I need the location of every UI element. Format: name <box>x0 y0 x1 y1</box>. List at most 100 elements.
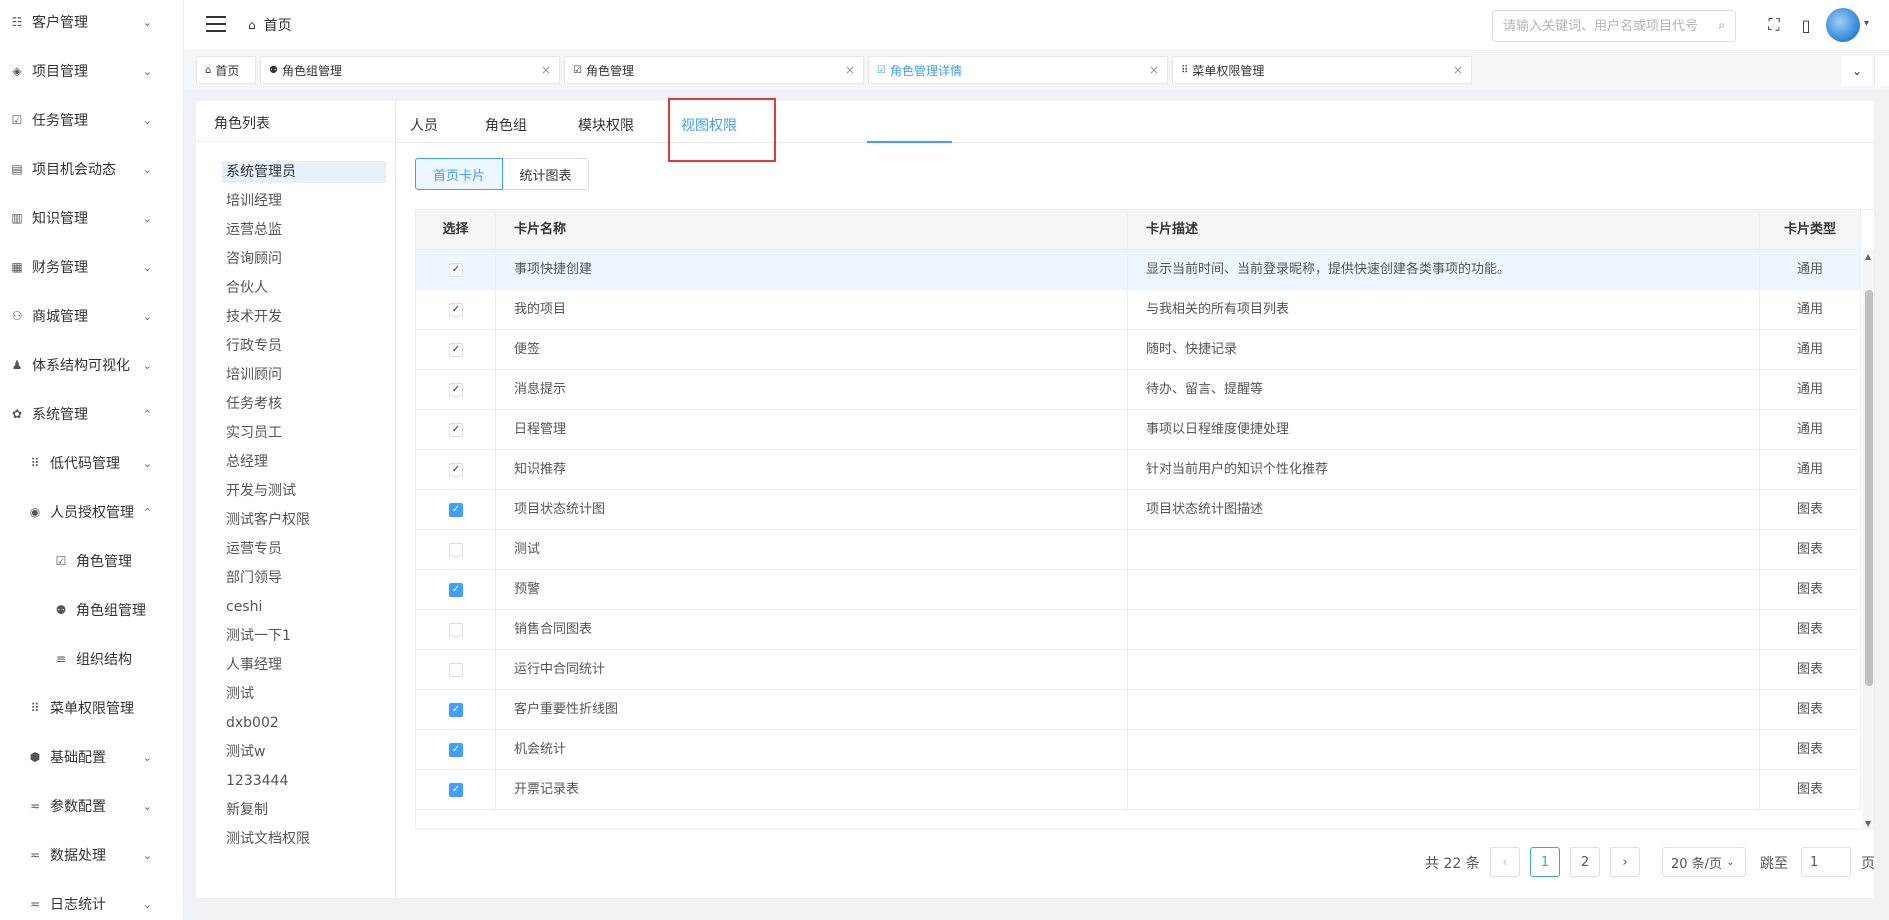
role-list-item[interactable]: 人事经理 <box>222 654 386 676</box>
tab-item[interactable]: 模块权限 <box>578 115 634 135</box>
role-list-item[interactable]: 合伙人 <box>222 277 386 299</box>
tags-more-icon[interactable]: ⌄ <box>1842 56 1872 86</box>
tab-tag[interactable]: ⚉ 角色组管理 × <box>260 56 560 84</box>
scroll-down-icon[interactable]: ▼ <box>1865 819 1871 828</box>
sidebar-item[interactable]: ☑ 角色管理 <box>0 541 184 581</box>
sidebar-item[interactable]: ☑ 任务管理 ⌄ <box>0 100 184 140</box>
search-box[interactable]: ⌕ <box>1492 10 1736 42</box>
role-list-item[interactable]: dxb002 <box>222 712 386 734</box>
table-row: 运行中合同统计 图表 <box>416 650 1861 690</box>
fullscreen-icon[interactable]: ⛶ <box>1764 15 1784 35</box>
sidebar-item[interactable]: ▦ 财务管理 ⌄ <box>0 247 184 287</box>
sidebar-item[interactable]: ≡ 组织结构 <box>0 639 184 679</box>
role-list-item[interactable]: 咨询顾问 <box>222 248 386 270</box>
card-name-cell: 销售合同图表 <box>496 610 1128 650</box>
row-checkbox[interactable]: ✓ <box>449 263 463 277</box>
segment-stat-chart[interactable]: 统计图表 <box>503 158 589 190</box>
row-checkbox[interactable]: ✓ <box>449 583 463 597</box>
role-list-item[interactable]: 测试w <box>222 741 386 763</box>
role-list-item[interactable]: 开发与测试 <box>222 480 386 502</box>
table-scrollbar[interactable]: ▲ ▼ <box>1863 250 1874 828</box>
role-list-item[interactable]: 技术开发 <box>222 306 386 328</box>
tags-view: ⌄ ⌂ 首页 ⚉ 角色组管理 × ☑ 角色管理 × ☑ 角色管理详情 × ⠿ 菜单权限管理 × <box>184 50 1889 90</box>
pagination-next-button[interactable]: › <box>1610 847 1640 877</box>
pagination-page-1[interactable]: 1 <box>1530 847 1560 877</box>
scroll-up-icon[interactable]: ▲ <box>1865 252 1871 261</box>
table-row: 销售合同图表 图表 <box>416 610 1861 650</box>
role-list-item[interactable]: 新复制 <box>222 799 386 821</box>
sidebar-item[interactable]: ▤ 项目机会动态 ⌄ <box>0 149 184 189</box>
sidebar-item[interactable]: ☷ 客户管理 ⌄ <box>0 2 184 42</box>
sidebar-item[interactable]: ⠿ 低代码管理 ⌄ <box>0 443 184 483</box>
pagination-prev-button[interactable]: ‹ <box>1490 847 1520 877</box>
sidebar-item[interactable]: ◈ 项目管理 ⌄ <box>0 51 184 91</box>
row-checkbox[interactable]: ✓ <box>449 423 463 437</box>
role-list-item[interactable]: 测试一下1 <box>222 625 386 647</box>
row-checkbox[interactable]: ✓ <box>449 503 463 517</box>
pagination-page-2[interactable]: 2 <box>1570 847 1600 877</box>
row-checkbox[interactable] <box>449 663 463 677</box>
sidebar-item[interactable]: ≂ 日志统计 ⌄ <box>0 884 184 920</box>
role-list-item[interactable]: 测试 <box>222 683 386 705</box>
card-desc-cell: 待办、留言、提醒等 <box>1128 370 1760 410</box>
row-checkbox[interactable]: ✓ <box>449 743 463 757</box>
tab-item[interactable]: 人员 <box>410 115 438 135</box>
role-list-item[interactable]: 总经理 <box>222 451 386 473</box>
close-icon[interactable]: × <box>541 63 551 77</box>
tab-tag[interactable]: ☑ 角色管理详情 × <box>868 56 1168 84</box>
role-list-item[interactable]: 测试客户权限 <box>222 509 386 531</box>
sidebar-item[interactable]: ♟ 体系结构可视化 ⌄ <box>0 345 184 385</box>
role-list-item[interactable]: 行政专员 <box>222 335 386 357</box>
role-list-item[interactable]: 部门领导 <box>222 567 386 589</box>
sidebar-item[interactable]: ⠿ 菜单权限管理 <box>0 688 184 728</box>
tab-tag[interactable]: ⠿ 菜单权限管理 × <box>1172 56 1472 84</box>
mobile-icon[interactable]: ▯ <box>1796 15 1816 35</box>
role-list-item[interactable]: ceshi <box>222 596 386 618</box>
role-list-item[interactable]: 测试文档权限 <box>222 828 386 850</box>
row-checkbox[interactable]: ✓ <box>449 303 463 317</box>
caret-down-icon[interactable]: ▾ <box>1864 18 1869 29</box>
sidebar-item[interactable]: ⚉ 角色组管理 <box>0 590 184 630</box>
row-checkbox[interactable]: ✓ <box>449 343 463 357</box>
sidebar-item-label: 体系结构可视化 <box>32 358 130 374</box>
row-checkbox[interactable] <box>449 623 463 637</box>
sidebar-item[interactable]: ⬢ 基础配置 ⌄ <box>0 737 184 777</box>
row-checkbox[interactable]: ✓ <box>449 383 463 397</box>
close-icon[interactable]: × <box>1453 63 1463 77</box>
close-icon[interactable]: × <box>845 63 855 77</box>
sidebar-item[interactable]: ⚇ 商城管理 ⌄ <box>0 296 184 336</box>
role-list-item[interactable]: 培训经理 <box>222 190 386 212</box>
scrollbar-thumb[interactable] <box>1865 290 1873 686</box>
role-list-item[interactable]: 实习员工 <box>222 422 386 444</box>
role-list-item[interactable]: 运营专员 <box>222 538 386 560</box>
pagination-total: 共 22 条 <box>1425 856 1480 872</box>
row-checkbox[interactable] <box>449 543 463 557</box>
row-checkbox[interactable]: ✓ <box>449 703 463 717</box>
jump-input[interactable]: 1 <box>1801 847 1851 877</box>
search-icon[interactable]: ⌕ <box>1718 18 1725 33</box>
role-list-item[interactable]: 1233444 <box>222 770 386 792</box>
close-icon[interactable]: × <box>1149 63 1159 77</box>
tab-tag[interactable]: ⌂ 首页 <box>196 56 256 84</box>
sidebar-item[interactable]: ≂ 数据处理 ⌄ <box>0 835 184 875</box>
tab-tag[interactable]: ☑ 角色管理 × <box>564 56 864 84</box>
menu-toggle-icon[interactable] <box>206 16 226 32</box>
breadcrumb[interactable]: ⌂ 首页 <box>248 15 292 35</box>
role-list-item[interactable]: 任务考核 <box>222 393 386 415</box>
search-input[interactable] <box>1503 18 1703 34</box>
page-size-select[interactable]: 20 条/页 ⌄ <box>1662 847 1746 877</box>
tab-item[interactable]: 角色组 <box>485 115 527 135</box>
card-type-cell: 通用 <box>1760 330 1861 370</box>
sidebar-item[interactable]: ✿ 系统管理 ⌃ <box>0 394 184 434</box>
sidebar-item[interactable]: ▥ 知识管理 ⌄ <box>0 198 184 238</box>
role-list-item[interactable]: 运营总监 <box>222 219 386 241</box>
row-checkbox[interactable]: ✓ <box>449 463 463 477</box>
segment-home-card[interactable]: 首页卡片 <box>415 158 503 190</box>
avatar[interactable] <box>1826 8 1860 42</box>
row-checkbox[interactable]: ✓ <box>449 783 463 797</box>
sidebar-item[interactable]: ≂ 参数配置 ⌄ <box>0 786 184 826</box>
role-list-item[interactable]: 系统管理员 <box>222 161 386 183</box>
role-list-item[interactable]: 培训顾问 <box>222 364 386 386</box>
sidebar-item[interactable]: ◉ 人员授权管理 ⌃ <box>0 492 184 532</box>
table-row: ✓ 日程管理 事项以日程维度便捷处理 通用 <box>416 410 1861 450</box>
